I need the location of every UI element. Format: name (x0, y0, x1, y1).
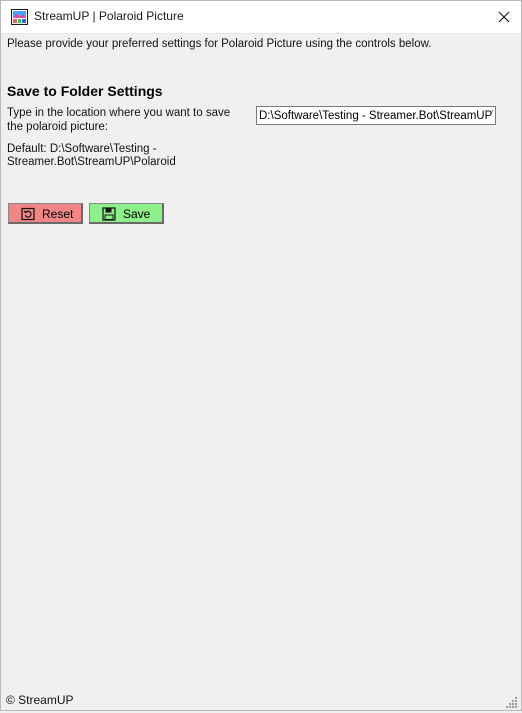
save-location-label: Type in the location where you want to s… (7, 107, 231, 133)
close-icon (498, 11, 510, 23)
reset-icon (21, 207, 35, 221)
save-button[interactable]: Save (89, 203, 164, 224)
save-label: Save (123, 207, 151, 221)
intro-text: Please provide your preferred settings f… (7, 38, 432, 50)
save-location-input[interactable] (256, 106, 496, 125)
title-bar[interactable]: StreamUP | Polaroid Picture (1, 1, 521, 34)
copyright-text: © StreamUP (6, 693, 74, 707)
floppy-disk-icon (102, 207, 116, 221)
streamup-app-icon (11, 9, 28, 25)
polaroid-settings-window: StreamUP | Polaroid Picture Please provi… (0, 0, 522, 711)
reset-button[interactable]: Reset (8, 203, 83, 224)
reset-label: Reset (42, 207, 74, 221)
window-title: StreamUP | Polaroid Picture (34, 9, 184, 23)
resize-grip-icon[interactable] (506, 695, 518, 708)
close-button[interactable] (487, 1, 521, 33)
default-path-text: Default: D:\Software\Testing - Streamer.… (7, 143, 176, 168)
section-title: Save to Folder Settings (7, 83, 163, 99)
status-bar: © StreamUP (1, 690, 521, 710)
